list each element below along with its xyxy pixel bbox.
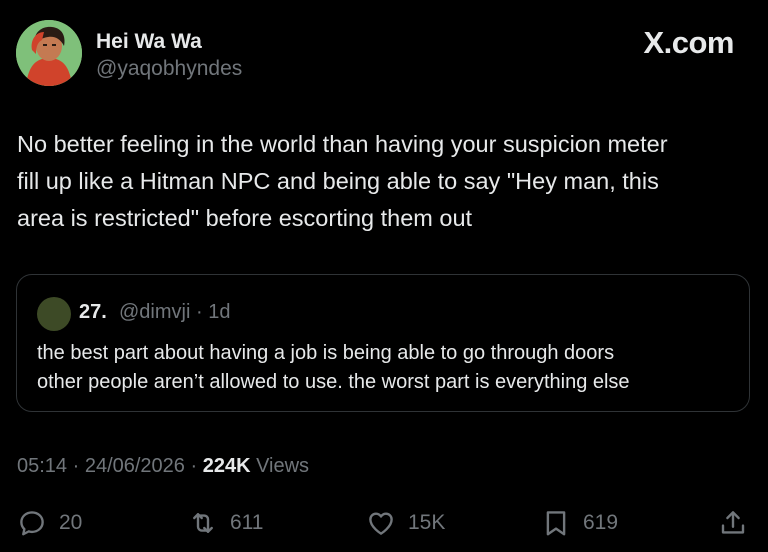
quote-author-name[interactable]: 27. xyxy=(79,301,107,324)
timestamp[interactable]: 05:14 · 24/06/2026 · xyxy=(17,455,203,477)
tweet-text: No better feeling in the world than havi… xyxy=(17,126,757,237)
tweet-line: No better feeling in the world than havi… xyxy=(17,131,668,157)
tweet-line: fill up like a Hitman NPC and being able… xyxy=(17,168,659,194)
like-icon xyxy=(366,508,396,538)
tweet-line: area is restricted" before escorting the… xyxy=(17,205,473,231)
bookmark-count: 619 xyxy=(583,511,619,534)
like-button[interactable]: 15K xyxy=(366,505,445,541)
views-label: Views xyxy=(250,455,310,477)
repost-button[interactable]: 611 xyxy=(188,505,263,541)
quoted-tweet[interactable]: 27. @dimvji · 1d the best part about hav… xyxy=(16,274,750,412)
repost-count: 611 xyxy=(230,511,264,534)
quote-author-handle[interactable]: @dimvji · 1d xyxy=(119,301,230,324)
quote-line: other people aren’t allowed to use. the … xyxy=(37,371,630,393)
quote-line: the best part about having a job is bein… xyxy=(37,342,615,364)
like-count: 15K xyxy=(408,511,446,534)
bookmark-button[interactable]: 619 xyxy=(541,505,618,541)
repost-icon xyxy=(188,508,218,538)
share-icon xyxy=(718,508,748,538)
quote-avatar[interactable] xyxy=(37,297,71,331)
author-avatar[interactable] xyxy=(16,20,82,86)
views-count[interactable]: 224K xyxy=(203,455,251,477)
reply-icon xyxy=(17,508,47,538)
bookmark-icon xyxy=(541,508,571,538)
tweet-meta: 05:14 · 24/06/2026 · 224K Views xyxy=(17,455,309,478)
reply-button[interactable]: 20 xyxy=(17,505,82,541)
author-handle[interactable]: @yaqobhyndes xyxy=(96,57,242,81)
reply-count: 20 xyxy=(59,511,83,534)
share-button[interactable] xyxy=(718,505,748,541)
brand-logo: X.com xyxy=(643,25,734,60)
author-name[interactable]: Hei Wa Wa xyxy=(96,30,202,54)
quote-text: the best part about having a job is bein… xyxy=(37,339,737,397)
